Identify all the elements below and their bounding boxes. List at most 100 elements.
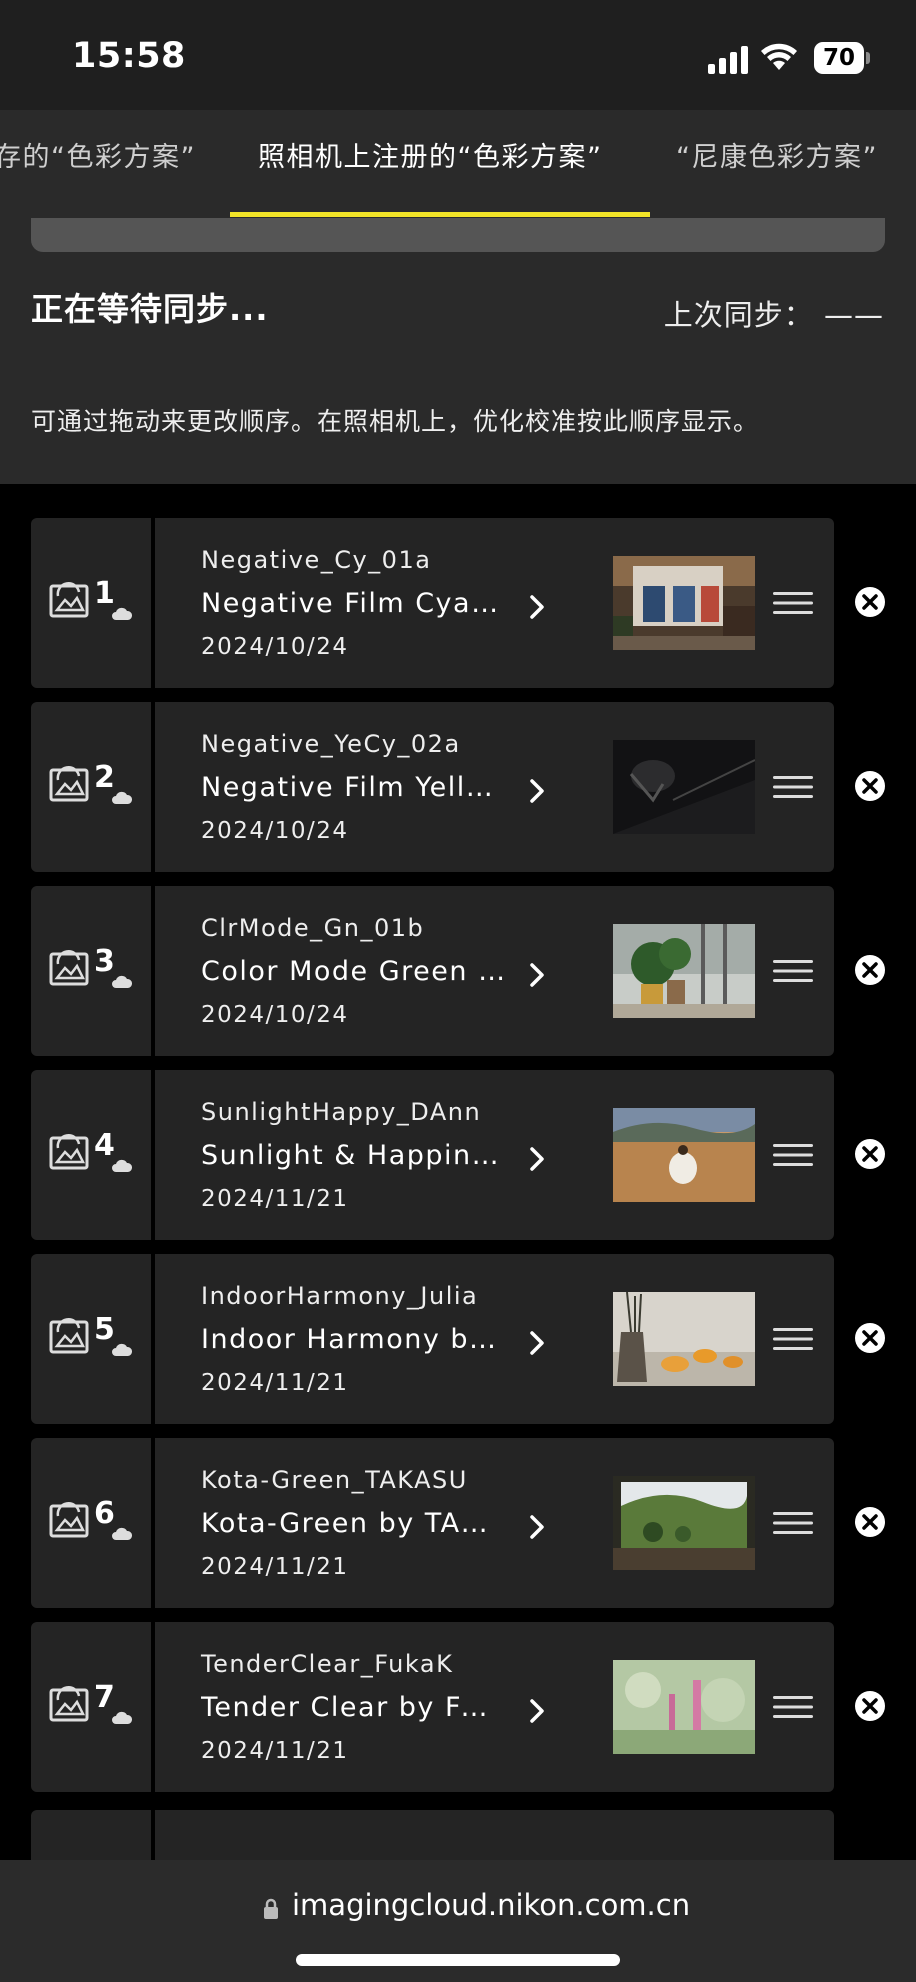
cloud-icon [112,1159,133,1172]
picture-control-icon [49,766,89,802]
recipe-slot: 7 [31,1622,151,1792]
remove-icon[interactable] [854,1506,886,1538]
recipe-date: 2024/11/21 [201,1738,349,1764]
remove-icon[interactable] [854,1322,886,1354]
recipe-thumbnail [613,1108,755,1202]
remove-icon[interactable] [854,1138,886,1170]
battery-icon: 70 [814,42,870,74]
chevron-right-icon[interactable] [528,1146,546,1172]
cloud-icon [112,1711,133,1724]
recipe-date: 2024/10/24 [201,1002,349,1028]
app-screen: 15:58 70 存的“色彩方案” 照相机上注册的“色彩方案” “尼康色彩方案”… [0,0,916,1982]
picture-control-icon [49,1502,89,1538]
recipe-code: Negative_Cy_01a [201,546,432,574]
recipe-slot: 2 [31,702,151,872]
sync-progress-bar [31,218,885,252]
recipe-code: Kota-Green_TAKASU [201,1466,468,1494]
remove-icon[interactable] [854,770,886,802]
recipe-card[interactable]: Kota-Green_TAKASU Kota-Green by TAKASU 2… [155,1438,834,1608]
home-indicator[interactable] [296,1954,620,1966]
chevron-right-icon[interactable] [528,1698,546,1724]
cloud-icon [112,975,133,988]
reorder-hint: 可通过拖动来更改顺序。在照相机上，优化校准按此顺序显示。 [31,407,760,436]
sync-status: 正在等待同步... [31,290,269,328]
recipe-name: Negative Film Yellow Cyan 02a [201,772,506,803]
tab-camera-recipes[interactable]: 照相机上注册的“色彩方案” [258,135,602,174]
tab-bar: 存的“色彩方案” 照相机上注册的“色彩方案” “尼康色彩方案” [0,110,916,218]
url-text[interactable]: imagingcloud.nikon.com.cn [292,1888,690,1922]
cloud-icon [112,1527,133,1540]
recipe-code: Negative_YeCy_02a [201,730,461,758]
recipe-card[interactable]: ClrMode_Gn_01b Color Mode Green 01b 2024… [155,886,834,1056]
cellular-signal-icon [708,46,748,74]
recipe-slot: 6 [31,1438,151,1608]
recipe-row-4[interactable]: 4 SunlightHappy_DAnn Sunlight & Happines… [31,1070,885,1240]
status-time: 15:58 [72,36,186,76]
recipe-name: Tender Clear by FukaK [201,1692,506,1723]
status-bar: 15:58 70 [0,0,916,110]
chevron-right-icon[interactable] [528,1330,546,1356]
active-tab-indicator [230,212,650,217]
recipe-slot: 1 [31,518,151,688]
chevron-right-icon[interactable] [528,778,546,804]
cloud-icon [112,607,133,620]
recipe-thumbnail [613,1292,755,1386]
sync-panel: 正在等待同步... 上次同步： —— 可通过拖动来更改顺序。在照相机上，优化校准… [0,218,916,484]
recipe-date: 2024/11/21 [201,1370,349,1396]
recipe-name: Negative Film Cyan 01a [201,588,506,619]
recipe-thumbnail [613,1660,755,1754]
chevron-right-icon[interactable] [528,1514,546,1540]
picture-control-icon [49,1134,89,1170]
recipe-code: TenderClear_FukaK [201,1650,454,1678]
cloud-icon [112,1343,133,1356]
recipe-card[interactable]: IndoorHarmony_Julia Indoor Harmony by Ju… [155,1254,834,1424]
drag-handle-icon[interactable] [773,1142,813,1168]
recipe-row-5[interactable]: 5 IndoorHarmony_Julia Indoor Harmony by … [31,1254,885,1424]
recipe-card[interactable]: Negative_YeCy_02a Negative Film Yellow C… [155,702,834,872]
recipe-code: SunlightHappy_DAnn [201,1098,482,1126]
battery-level: 70 [822,45,855,71]
recipe-date: 2024/10/24 [201,634,349,660]
recipe-card[interactable]: TenderClear_FukaK Tender Clear by FukaK … [155,1622,834,1792]
recipe-slot: 3 [31,886,151,1056]
drag-handle-icon[interactable] [773,774,813,800]
drag-handle-icon[interactable] [773,1510,813,1536]
last-sync: 上次同步： —— [664,292,884,334]
recipe-name: Color Mode Green 01b [201,956,506,987]
recipe-row-6[interactable]: 6 Kota-Green_TAKASU Kota-Green by TAKASU… [31,1438,885,1608]
recipe-code: ClrMode_Gn_01b [201,914,425,942]
recipe-date: 2024/11/21 [201,1186,349,1212]
tab-nikon-recipes[interactable]: “尼康色彩方案” [676,135,878,174]
drag-handle-icon[interactable] [773,958,813,984]
wifi-icon [761,43,797,70]
recipe-row-3[interactable]: 3 ClrMode_Gn_01b Color Mode Green 01b 20… [31,886,885,1056]
picture-control-icon [49,950,89,986]
last-sync-label: 上次同步： [663,298,814,332]
recipe-row-2[interactable]: 2 Negative_YeCy_02a Negative Film Yellow… [31,702,885,872]
drag-handle-icon[interactable] [773,1694,813,1720]
picture-control-icon [49,1686,89,1722]
recipe-row-1[interactable]: 1 Negative_Cy_01a Negative Film Cyan 01a… [31,518,885,688]
drag-handle-icon[interactable] [773,1326,813,1352]
recipe-name: Indoor Harmony by Julia [201,1324,506,1355]
lock-icon [264,1898,278,1919]
recipe-thumbnail [613,1476,755,1570]
cloud-icon [112,791,133,804]
chevron-right-icon[interactable] [528,594,546,620]
recipe-slot: 5 [31,1254,151,1424]
recipe-date: 2024/11/21 [201,1554,349,1580]
recipe-date: 2024/10/24 [201,818,349,844]
recipe-card[interactable]: SunlightHappy_DAnn Sunlight & Happiness … [155,1070,834,1240]
tab-local-recipes[interactable]: 存的“色彩方案” [0,135,196,174]
drag-handle-icon[interactable] [773,590,813,616]
chevron-right-icon[interactable] [528,962,546,988]
remove-icon[interactable] [854,586,886,618]
browser-url-bar: imagingcloud.nikon.com.cn [0,1860,916,1982]
recipe-thumbnail [613,740,755,834]
recipe-row-7[interactable]: 7 TenderClear_FukaK Tender Clear by Fuka… [31,1622,885,1792]
recipe-card[interactable]: Negative_Cy_01a Negative Film Cyan 01a 2… [155,518,834,688]
recipe-thumbnail [613,556,755,650]
recipe-thumbnail [613,924,755,1018]
remove-icon[interactable] [854,954,886,986]
remove-icon[interactable] [854,1690,886,1722]
